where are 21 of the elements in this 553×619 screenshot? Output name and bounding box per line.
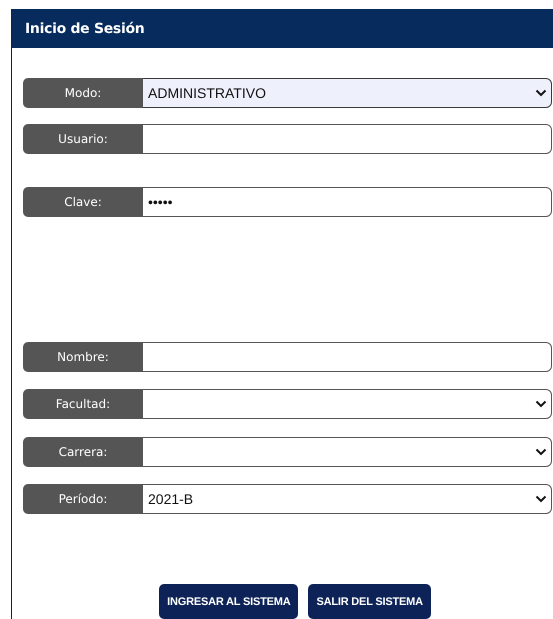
field-label: Modo: xyxy=(23,78,143,108)
field-label: Usuario: xyxy=(23,124,143,154)
exit-button[interactable]: SALIR DEL SISTEMA xyxy=(308,584,431,619)
field-label: Período: xyxy=(23,484,143,514)
dropdown-field[interactable]: ADMINISTRATIVO xyxy=(143,78,552,108)
field-label: Carrera: xyxy=(23,437,143,467)
chevron-down-icon xyxy=(535,448,547,456)
dropdown-field[interactable] xyxy=(143,389,552,419)
dropdown-field[interactable]: 2021-B xyxy=(143,484,552,514)
chevron-down-icon xyxy=(535,400,547,408)
chevron-down-icon xyxy=(535,495,547,503)
password-field[interactable]: ••••• xyxy=(143,187,552,217)
text-field[interactable] xyxy=(143,124,552,154)
dropdown-field[interactable] xyxy=(143,437,552,467)
chevron-down-icon xyxy=(535,89,547,97)
field-label: Nombre: xyxy=(23,342,143,372)
panel-title: Inicio de Sesión xyxy=(25,20,144,36)
field-label: Facultad: xyxy=(23,389,143,419)
text-field[interactable] xyxy=(143,342,552,372)
login-button[interactable]: INGRESAR AL SISTEMA xyxy=(159,584,298,619)
field-label: Clave: xyxy=(23,187,143,217)
